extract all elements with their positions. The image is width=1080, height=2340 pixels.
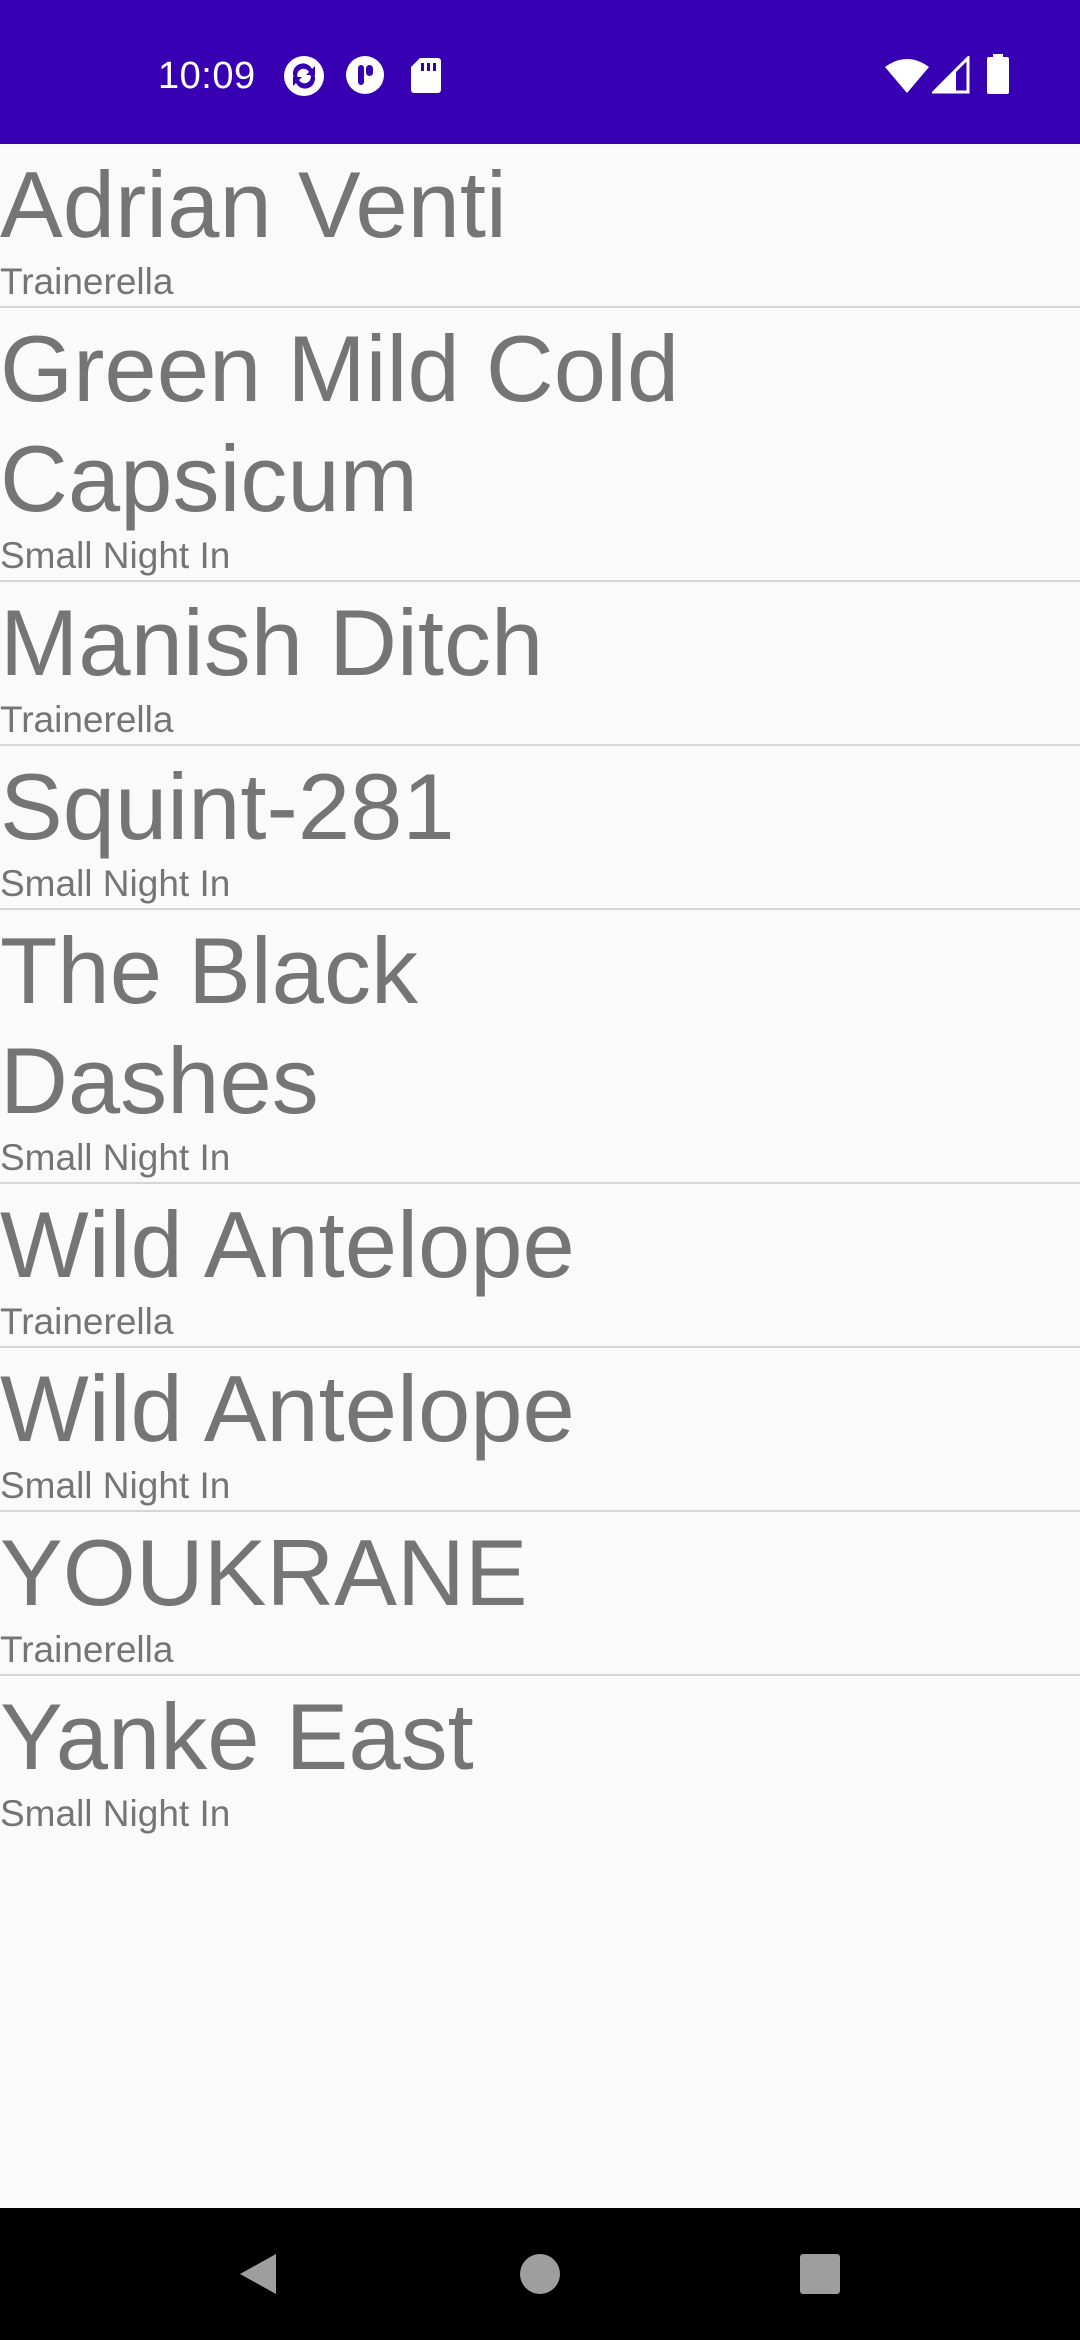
list-item-subtitle: Trainerella	[0, 261, 174, 302]
list-item[interactable]: Green Mild Cold Capsicum Small Night In	[0, 308, 1080, 582]
back-button[interactable]	[168, 2208, 348, 2340]
list-item[interactable]: Yanke East Small Night In	[0, 1676, 1080, 1838]
list-item[interactable]: The Black Dashes Small Night In	[0, 910, 1080, 1184]
track-list: Adrian Venti Trainerella Green Mild Cold…	[0, 144, 1080, 1838]
home-icon	[520, 2254, 560, 2294]
battery-icon	[987, 54, 1009, 94]
pocket-icon	[346, 56, 384, 94]
sync-icon	[284, 56, 324, 96]
list-item-subtitle: Small Night In	[0, 1793, 231, 1834]
list-item-subtitle: Small Night In	[0, 863, 231, 904]
list-item[interactable]: YOUKRANE Trainerella	[0, 1512, 1080, 1676]
list-item[interactable]: Adrian Venti Trainerella	[0, 144, 1080, 308]
list-item-title: Green Mild Cold Capsicum	[0, 316, 680, 531]
status-bar: 10:09	[0, 0, 1080, 144]
list-item-subtitle: Small Night In	[0, 1465, 231, 1506]
status-time: 10:09	[158, 55, 256, 97]
recents-icon	[800, 2254, 840, 2294]
recents-button[interactable]	[730, 2208, 910, 2340]
sd-card-icon	[411, 58, 441, 93]
home-button[interactable]	[450, 2208, 630, 2340]
list-item-subtitle: Small Night In	[0, 1137, 231, 1178]
list-item[interactable]: Wild Antelope Small Night In	[0, 1348, 1080, 1512]
list-item-subtitle: Trainerella	[0, 1301, 174, 1342]
list-item[interactable]: Manish Ditch Trainerella	[0, 582, 1080, 746]
list-item[interactable]: Wild Antelope Trainerella	[0, 1184, 1080, 1348]
list-item-title: Wild Antelope	[0, 1192, 575, 1297]
list-item-title: Adrian Venti	[0, 152, 507, 257]
list-item-title: Manish Ditch	[0, 590, 544, 695]
list-item-subtitle: Trainerella	[0, 699, 174, 740]
list-item-subtitle: Trainerella	[0, 1629, 174, 1670]
wifi-icon	[885, 59, 929, 93]
back-icon	[240, 2254, 276, 2294]
list-item[interactable]: Squint-281 Small Night In	[0, 746, 1080, 910]
list-item-title: Squint-281	[0, 754, 455, 859]
list-item-title: YOUKRANE	[0, 1520, 528, 1625]
list-item-subtitle: Small Night In	[0, 535, 231, 576]
signal-icon	[932, 56, 970, 94]
navigation-bar	[0, 2208, 1080, 2340]
list-item-title: Yanke East	[0, 1684, 474, 1789]
list-item-title: The Black Dashes	[0, 918, 418, 1133]
list-item-title: Wild Antelope	[0, 1356, 575, 1461]
